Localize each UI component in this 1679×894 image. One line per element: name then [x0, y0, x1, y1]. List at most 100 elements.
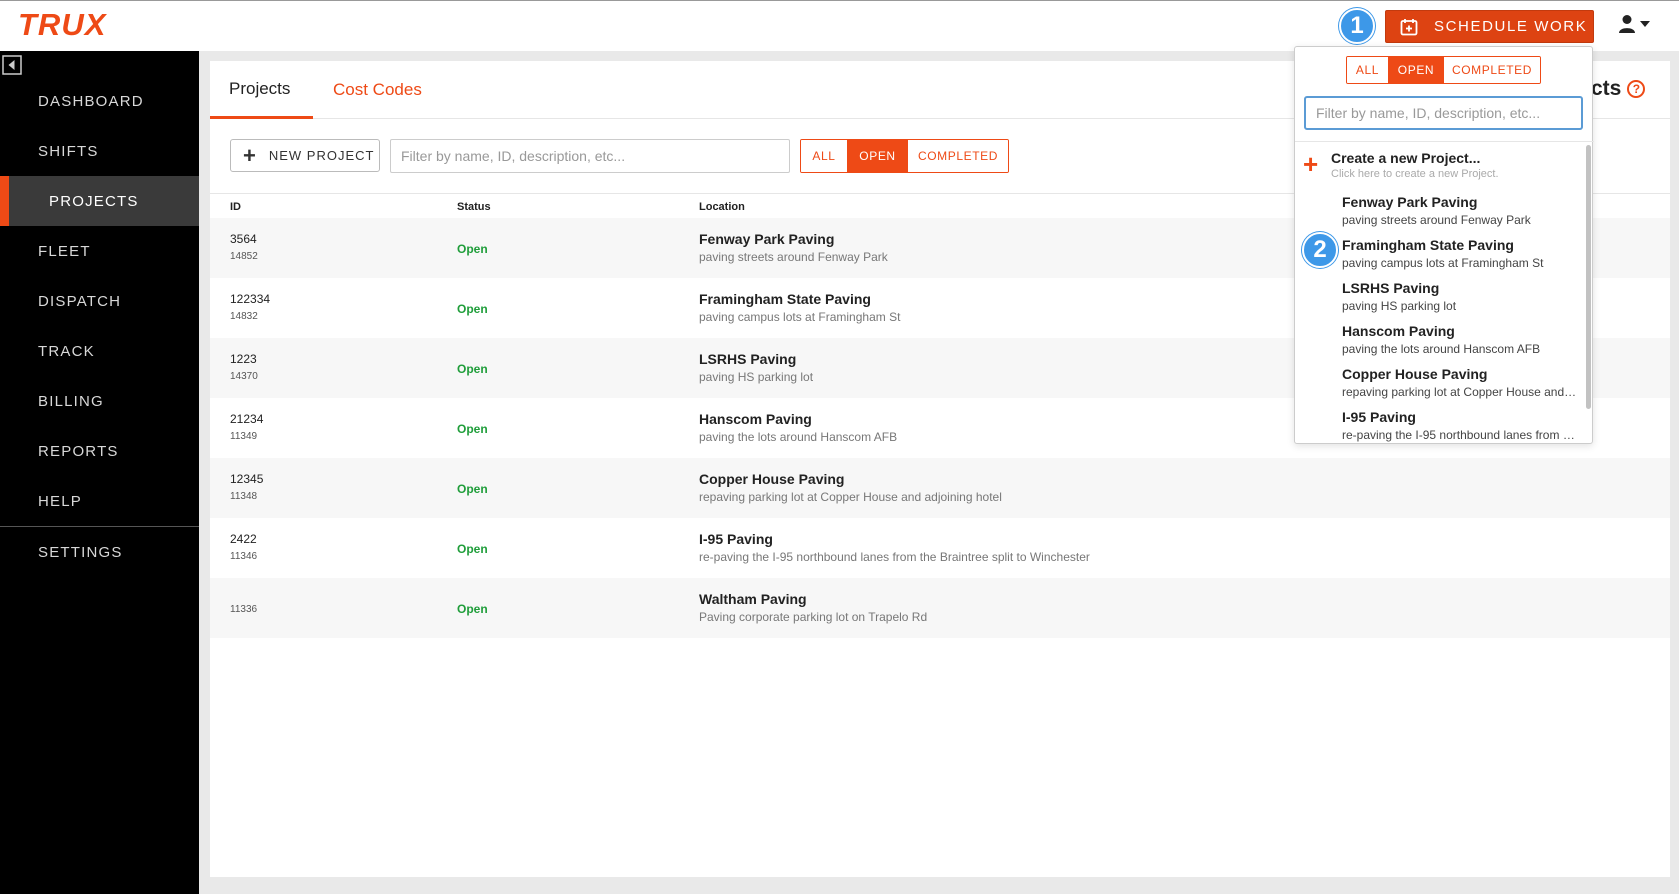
dropdown-list-item[interactable]: Hanscom Paving paving the lots around Ha…: [1342, 323, 1578, 356]
new-project-label: NEW PROJECT: [268, 148, 375, 163]
row-id-secondary: 11346: [230, 551, 258, 562]
user-menu[interactable]: [1618, 14, 1650, 34]
dropdown-status-toggle: ALL OPEN COMPLETED: [1346, 56, 1541, 84]
sidebar-item-help[interactable]: HELP: [0, 476, 199, 526]
row-id-primary: 21234: [230, 412, 264, 426]
row-id: 12345 11348: [230, 472, 263, 502]
dropdown-list-item[interactable]: Fenway Park Paving paving streets around…: [1342, 194, 1578, 227]
row-id: 122334 14832: [230, 292, 270, 322]
new-project-button[interactable]: + NEW PROJECT: [230, 139, 380, 172]
row-id: 21234 11349: [230, 412, 263, 442]
row-id-secondary: 11348: [230, 491, 258, 502]
bottom-strip: [199, 886, 1679, 894]
trux-logo[interactable]: TRUX: [18, 7, 107, 42]
project-description: repaving parking lot at Copper House and…: [699, 490, 1002, 504]
dropdown-project-list: + Create a new Project... Click here to …: [1295, 141, 1594, 442]
column-header-status[interactable]: Status: [457, 201, 491, 213]
dropdown-item-name: Fenway Park Paving: [1342, 194, 1478, 210]
row-id-secondary: 11349: [230, 431, 258, 442]
dropdown-item-description: paving the lots around Hanscom AFB: [1342, 342, 1541, 356]
tab-cost-codes[interactable]: Cost Codes: [333, 61, 422, 119]
status-badge: Open: [457, 302, 488, 316]
sidebar-item-reports[interactable]: REPORTS: [0, 426, 199, 476]
step-badge-1: 1: [1339, 8, 1375, 44]
plus-icon: +: [1303, 149, 1319, 179]
dropdown-item-description: paving campus lots at Framingham St: [1342, 256, 1544, 270]
project-filter-input[interactable]: [390, 139, 790, 173]
row-id-primary: 3564: [230, 232, 257, 246]
status-badge: Open: [457, 242, 488, 256]
row-id: 11336: [230, 592, 257, 615]
row-location: Copper House Paving repaving parking lot …: [699, 471, 1002, 504]
dropdown-filter-all-button[interactable]: ALL: [1347, 57, 1389, 83]
dropdown-list-item[interactable]: Copper House Paving repaving parking lot…: [1342, 366, 1578, 399]
sidebar-item-track[interactable]: TRACK: [0, 326, 199, 376]
filter-open-button[interactable]: OPEN: [848, 140, 908, 172]
project-name: Framingham State Paving: [699, 291, 871, 307]
row-id-secondary: 14852: [230, 251, 258, 262]
project-name: LSRHS Paving: [699, 351, 797, 367]
create-project-option[interactable]: + Create a new Project... Click here to …: [1303, 150, 1499, 180]
status-badge: Open: [457, 602, 488, 616]
column-header-id[interactable]: ID: [230, 201, 241, 213]
row-id-secondary: 14832: [230, 311, 258, 322]
schedule-work-button[interactable]: SCHEDULE WORK: [1385, 10, 1594, 43]
page-title: cts ?: [1591, 77, 1646, 101]
sidebar-item-shifts[interactable]: SHIFTS: [0, 126, 199, 176]
table-row[interactable]: 11336 Open Waltham Paving Paving corporat…: [210, 578, 1670, 638]
row-location: Fenway Park Paving paving streets around …: [699, 231, 888, 264]
sidebar: DASHBOARD SHIFTS PROJECTS FLEET DISPATCH…: [0, 51, 199, 894]
status-filter-toggle: ALL OPEN COMPLETED: [800, 139, 1009, 173]
help-circle-icon[interactable]: ?: [1627, 80, 1646, 98]
dropdown-scrollbar[interactable]: [1586, 145, 1591, 409]
filter-completed-button[interactable]: COMPLETED: [908, 140, 1008, 172]
sidebar-item-projects[interactable]: PROJECTS: [0, 176, 199, 226]
sidebar-item-billing[interactable]: BILLING: [0, 376, 199, 426]
dropdown-item-name: Hanscom Paving: [1342, 323, 1455, 339]
row-id-primary: 122334: [230, 292, 271, 306]
sidebar-item-fleet[interactable]: FLEET: [0, 226, 199, 276]
dropdown-list-item[interactable]: LSRHS Paving paving HS parking lot: [1342, 280, 1578, 313]
project-description: re-paving the I-95 northbound lanes from…: [699, 550, 1090, 564]
status-badge: Open: [457, 362, 488, 376]
status-badge: Open: [457, 542, 488, 556]
column-header-location[interactable]: Location: [699, 201, 745, 213]
row-location: I-95 Paving re-paving the I-95 northbound…: [699, 531, 1090, 564]
dropdown-item-name: I-95 Paving: [1342, 409, 1416, 425]
sidebar-item-dispatch[interactable]: DISPATCH: [0, 276, 199, 326]
project-description: paving campus lots at Framingham St: [699, 310, 901, 324]
sidebar-item-settings[interactable]: SETTINGS: [0, 527, 199, 577]
sidebar-collapse-icon[interactable]: [2, 55, 22, 75]
dropdown-item-description: re-paving the I-95 northbound lanes from…: [1342, 428, 1578, 442]
row-location: Framingham State Paving paving campus lot…: [699, 291, 900, 324]
plus-icon: +: [243, 142, 257, 168]
create-project-subtitle: Click here to create a new Project.: [1331, 168, 1499, 180]
tab-projects[interactable]: Projects: [210, 61, 313, 119]
row-id: 1223 14370: [230, 352, 258, 382]
project-name: Copper House Paving: [699, 471, 845, 487]
dropdown-list-item[interactable]: Framingham State Paving paving campus lo…: [1342, 237, 1578, 270]
filter-all-button[interactable]: ALL: [801, 140, 848, 172]
project-description: paving HS parking lot: [699, 370, 814, 384]
dropdown-item-description: paving HS parking lot: [1342, 299, 1457, 313]
dropdown-list-item[interactable]: I-95 Paving re-paving the I-95 northboun…: [1342, 409, 1578, 442]
project-name: Hanscom Paving: [699, 411, 812, 427]
table-row[interactable]: 12345 11348 Open Copper House Paving repav…: [210, 458, 1670, 518]
user-icon: [1619, 15, 1635, 33]
table-row[interactable]: 2422 11346 Open I-95 Paving re-paving the …: [210, 518, 1670, 578]
row-id-primary: 1223: [230, 352, 257, 366]
dropdown-item-description: repaving parking lot at Copper House and…: [1342, 385, 1578, 399]
dropdown-filter-completed-button[interactable]: COMPLETED: [1444, 57, 1540, 83]
page-title-text: cts: [1591, 77, 1622, 100]
row-location: Hanscom Paving paving the lots around Han…: [699, 411, 897, 444]
dropdown-item-description: paving streets around Fenway Park: [1342, 213, 1531, 227]
top-bar: TRUX 1 SCHEDULE WORK: [0, 0, 1679, 51]
project-name: Waltham Paving: [699, 591, 807, 607]
calendar-plus-icon: [1400, 18, 1418, 35]
dropdown-filter-input[interactable]: [1304, 96, 1583, 130]
sidebar-item-dashboard[interactable]: DASHBOARD: [0, 76, 199, 126]
dropdown-filter-open-button[interactable]: OPEN: [1389, 57, 1444, 83]
logo-text: TRUX: [18, 7, 107, 42]
row-id-primary: 12345: [230, 472, 264, 486]
step-badge-2: 2: [1302, 232, 1338, 268]
